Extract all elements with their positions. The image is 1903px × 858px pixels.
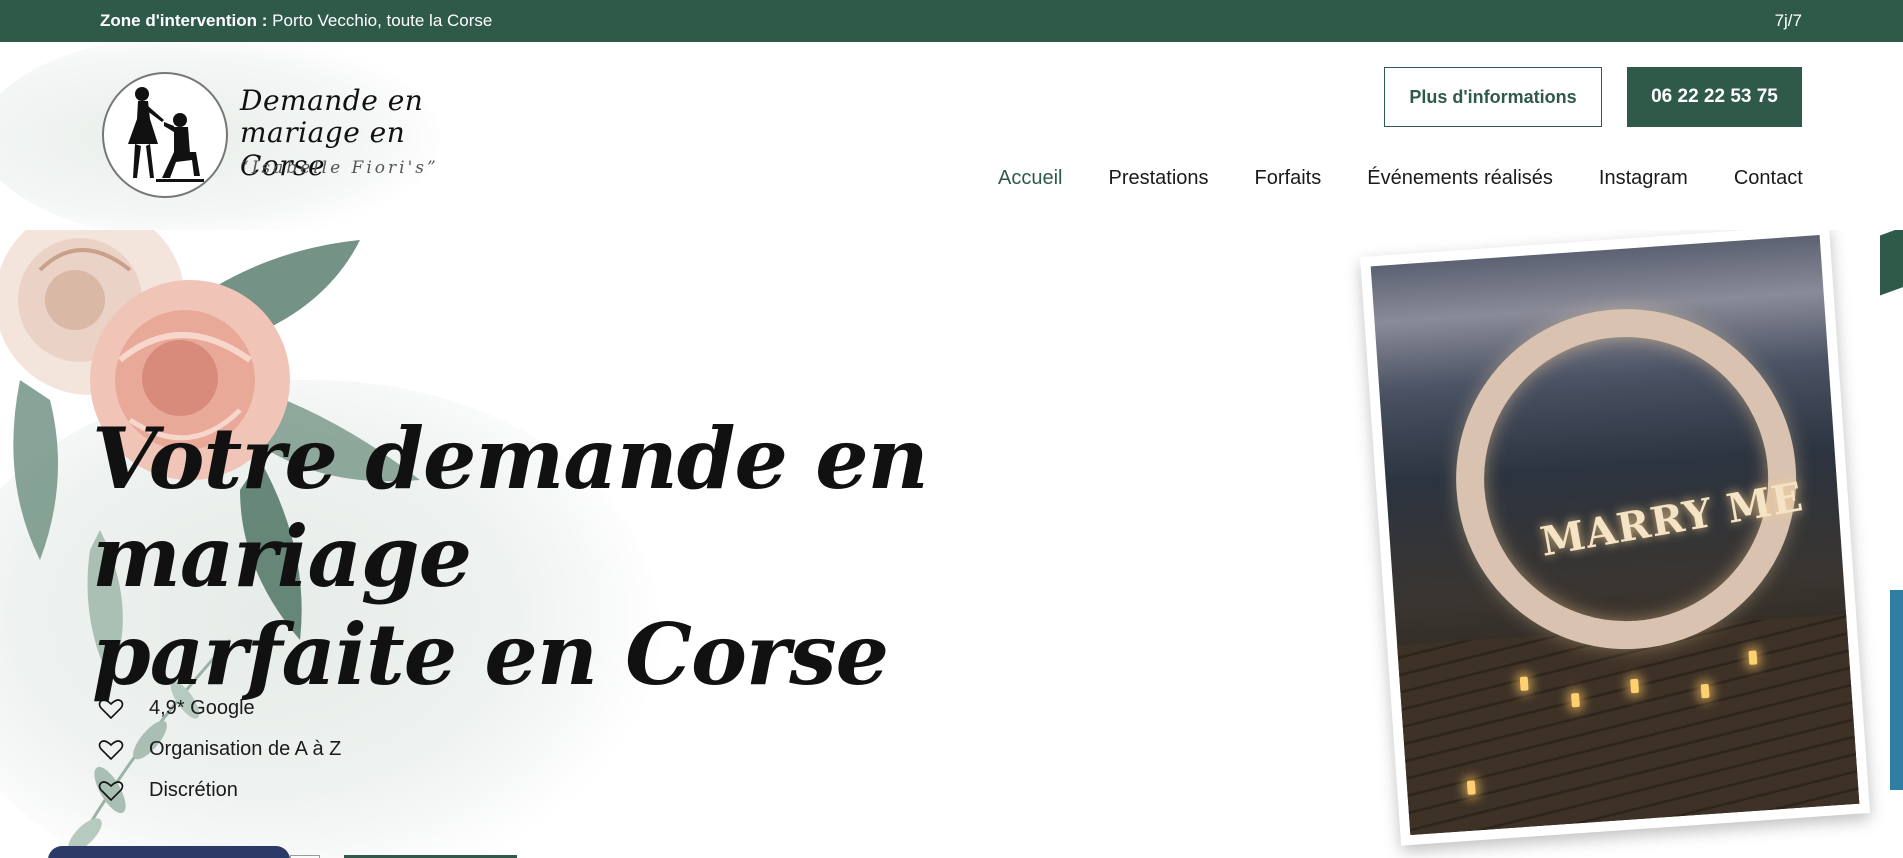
photo-flower-arch bbox=[1444, 297, 1808, 661]
candle bbox=[1519, 676, 1529, 691]
nav-item-contact[interactable]: Contact bbox=[1734, 167, 1803, 190]
logo-title-line1: Demande en bbox=[240, 84, 424, 117]
feature-item: Discrétion bbox=[98, 770, 341, 811]
nav-item-instagram[interactable]: Instagram bbox=[1599, 167, 1688, 190]
nav-item-forfaits[interactable]: Forfaits bbox=[1255, 167, 1322, 190]
logo-signature: “Isabelle Fiori's” bbox=[240, 158, 439, 178]
hero-photo: MARRY ME bbox=[1370, 234, 1860, 836]
availability-hours: 7j/7 bbox=[1774, 11, 1802, 30]
candle bbox=[1700, 683, 1710, 699]
feature-label: 4,9* Google bbox=[149, 697, 255, 719]
edge-decoration bbox=[1880, 230, 1903, 296]
proposal-silhouette-icon bbox=[102, 72, 228, 198]
nav-item-accueil[interactable]: Accueil bbox=[998, 167, 1062, 190]
heart-icon bbox=[98, 739, 124, 760]
main-nav: Accueil Prestations Forfaits Événements … bbox=[998, 167, 1803, 190]
hero-title: Votre demande en mariage parfaite en Cor… bbox=[92, 410, 1042, 704]
hero-section: Votre demande en mariage parfaite en Cor… bbox=[0, 230, 1903, 858]
nav-item-evenements[interactable]: Événements réalisés bbox=[1367, 167, 1553, 190]
feature-item: 4,9* Google bbox=[98, 688, 341, 729]
top-info-bar: Zone d'intervention : Porto Vecchio, tou… bbox=[0, 0, 1903, 42]
hero-title-line1: Votre demande en mariage bbox=[92, 409, 929, 606]
primary-cta-button[interactable] bbox=[48, 846, 290, 858]
site-header: Demande en mariage en Corse “Isabelle Fi… bbox=[0, 42, 1903, 230]
nav-item-prestations[interactable]: Prestations bbox=[1108, 167, 1208, 190]
site-logo[interactable]: Demande en mariage en Corse “Isabelle Fi… bbox=[100, 72, 440, 202]
feature-label: Organisation de A à Z bbox=[149, 738, 342, 760]
heart-icon bbox=[98, 780, 124, 801]
zone-label: Zone d'intervention : bbox=[100, 11, 268, 30]
zone-value: Porto Vecchio, toute la Corse bbox=[272, 11, 493, 30]
feature-item: Organisation de A à Z bbox=[98, 729, 341, 770]
candle bbox=[1466, 780, 1476, 795]
candle bbox=[1630, 678, 1640, 694]
candle bbox=[1570, 692, 1580, 708]
heart-icon bbox=[98, 698, 124, 719]
intervention-zone: Zone d'intervention : Porto Vecchio, tou… bbox=[100, 11, 492, 31]
hero-photo-frame: MARRY ME bbox=[1359, 230, 1871, 846]
feature-list: 4,9* Google Organisation de A à Z Discré… bbox=[98, 688, 341, 811]
phone-button[interactable]: 06 22 22 53 75 bbox=[1627, 67, 1802, 127]
edge-photo-strip bbox=[1890, 590, 1903, 790]
more-info-button[interactable]: Plus d'informations bbox=[1384, 67, 1602, 127]
feature-label: Discrétion bbox=[149, 779, 238, 801]
candle bbox=[1748, 650, 1758, 665]
